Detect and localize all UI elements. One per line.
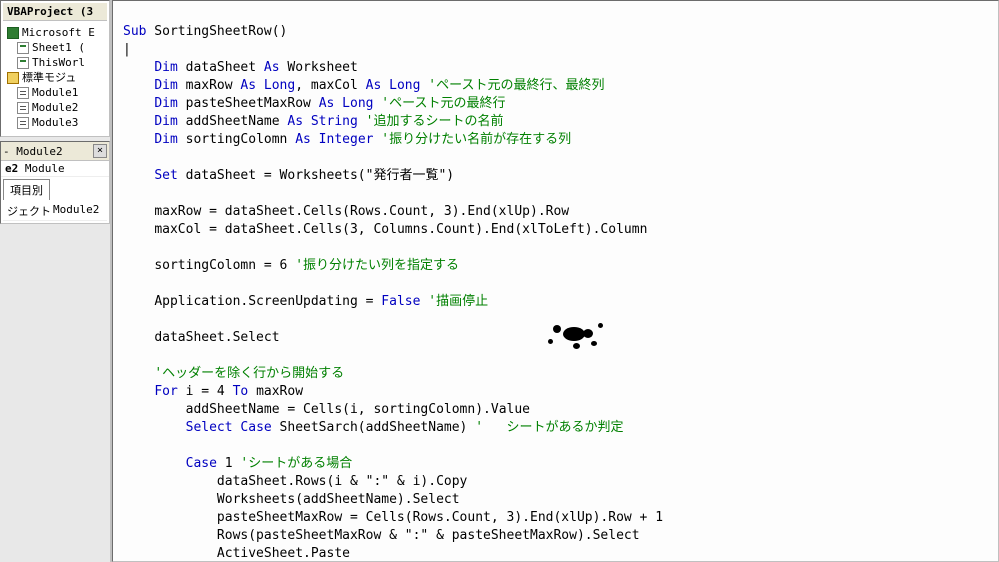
module-icon	[17, 102, 29, 114]
tree-node-module3[interactable]: Module3	[5, 115, 105, 130]
project-title: VBAProject (3	[3, 3, 107, 21]
code-token: maxRow	[248, 384, 303, 399]
code-token: Dim	[154, 78, 177, 93]
code-token: As String	[287, 114, 357, 129]
property-key: ジェクト	[7, 203, 53, 219]
code-token: ActiveSheet.Paste	[217, 546, 350, 561]
code-token: Application.ScreenUpdating =	[154, 294, 381, 309]
close-icon[interactable]: ×	[93, 144, 107, 158]
code-token: False	[381, 294, 420, 309]
properties-header: - Module2 ×	[1, 142, 109, 161]
code-token: dataSheet = Worksheets("発行者一覧")	[178, 168, 454, 183]
tree-label: Module2	[32, 100, 78, 115]
code-pane[interactable]: Sub SortingSheetRow() | Dim dataSheet As…	[112, 0, 999, 562]
code-token: SortingSheetRow()	[146, 24, 287, 39]
code-token: Worksheets(addSheetName).Select	[217, 492, 460, 507]
code-token: maxRow = dataSheet.Cells(Rows.Count, 3).…	[154, 204, 569, 219]
tree-label: 標準モジュ	[22, 70, 76, 85]
properties-object-row[interactable]: e2 Module	[1, 161, 109, 177]
code-token: dataSheet.Select	[154, 330, 279, 345]
excel-icon	[7, 27, 19, 39]
tree-node-ms-excel[interactable]: Microsoft E	[5, 25, 105, 40]
project-tree: Microsoft E Sheet1 ( ThisWorl 標準モジュ Modu…	[3, 21, 107, 134]
tree-node-module1[interactable]: Module1	[5, 85, 105, 100]
code-comment: 'ヘッダーを除く行から開始する	[154, 366, 344, 381]
code-token: i = 4	[178, 384, 233, 399]
properties-object-type: Module	[25, 162, 65, 175]
properties-window: - Module2 × e2 Module 項目別 ジェクト Module2	[0, 141, 110, 224]
code-token: addSheetName	[178, 114, 288, 129]
tree-label: Module3	[32, 115, 78, 130]
properties-grid: ジェクト Module2	[1, 200, 109, 223]
tree-label: Module1	[32, 85, 78, 100]
code-token: maxRow	[178, 78, 241, 93]
folder-icon	[7, 72, 19, 84]
code-token: , maxCol	[295, 78, 365, 93]
code-token: To	[233, 384, 249, 399]
code-token: As Long	[366, 78, 421, 93]
code-token: dataSheet.Rows(i & ":" & i).Copy	[217, 474, 467, 489]
app-root: VBAProject (3 Microsoft E Sheet1 ( ThisW…	[0, 0, 999, 562]
code-comment: '描画停止	[420, 294, 488, 309]
code-token: Dim	[154, 114, 177, 129]
code-token: Dim	[154, 60, 177, 75]
code-token: As Long	[240, 78, 295, 93]
tree-node-thisworkbook[interactable]: ThisWorl	[5, 55, 105, 70]
code-token: maxCol = dataSheet.Cells(3, Columns.Coun…	[154, 222, 647, 237]
module-icon	[17, 117, 29, 129]
code-comment: 'ペースト元の最終行、最終列	[420, 78, 604, 93]
tree-node-modules-folder[interactable]: 標準モジュ	[5, 70, 105, 85]
code-token: Sub	[123, 24, 146, 39]
code-token: sortingColomn	[178, 132, 295, 147]
code-comment: ' シートがあるか判定	[475, 420, 623, 435]
code-token: sortingColomn = 6	[154, 258, 295, 273]
property-value: Module2	[53, 203, 99, 219]
code-token: As Integer	[295, 132, 373, 147]
left-panel: VBAProject (3 Microsoft E Sheet1 ( ThisW…	[0, 0, 112, 562]
code-comment: '振り分けたい名前が存在する列	[373, 132, 571, 147]
tree-label: Microsoft E	[22, 25, 95, 40]
module-icon	[17, 87, 29, 99]
workbook-icon	[17, 57, 29, 69]
properties-object-name: e2	[5, 162, 18, 175]
code-comment: 'ペースト元の最終行	[373, 96, 505, 111]
code-token: SheetSarch(addSheetName)	[272, 420, 476, 435]
tree-node-module2[interactable]: Module2	[5, 100, 105, 115]
code-token: Case	[186, 456, 217, 471]
code-token: addSheetName = Cells(i, sortingColomn).V…	[186, 402, 530, 417]
code-token: Rows(pasteSheetMaxRow & ":" & pasteSheet…	[217, 528, 640, 543]
code-token: Dim	[154, 132, 177, 147]
code-token: Select Case	[186, 420, 272, 435]
tree-label: Sheet1 (	[32, 40, 85, 55]
tree-node-sheet1[interactable]: Sheet1 (	[5, 40, 105, 55]
properties-title: - Module2	[3, 145, 63, 158]
project-explorer: VBAProject (3 Microsoft E Sheet1 ( ThisW…	[0, 0, 110, 137]
code-token: As	[264, 60, 280, 75]
properties-tab-categorized[interactable]: 項目別	[3, 179, 50, 200]
code-token: Worksheet	[280, 60, 358, 75]
code-token: Dim	[154, 96, 177, 111]
code-token: dataSheet	[178, 60, 264, 75]
code-editor[interactable]: Sub SortingSheetRow() | Dim dataSheet As…	[113, 1, 998, 562]
code-comment: '振り分けたい列を指定する	[295, 258, 459, 273]
tree-label: ThisWorl	[32, 55, 85, 70]
code-comment: '追加するシートの名前	[358, 114, 504, 129]
properties-grid-row[interactable]: ジェクト Module2	[3, 202, 107, 221]
code-comment: 'シートがある場合	[240, 456, 352, 471]
worksheet-icon	[17, 42, 29, 54]
caret: |	[123, 42, 131, 57]
code-token: pasteSheetMaxRow = Cells(Rows.Count, 3).…	[217, 510, 663, 525]
code-token: Set	[154, 168, 177, 183]
code-token: 1	[217, 456, 240, 471]
code-token: For	[154, 384, 177, 399]
code-token: As Long	[319, 96, 374, 111]
code-token: pasteSheetMaxRow	[178, 96, 319, 111]
